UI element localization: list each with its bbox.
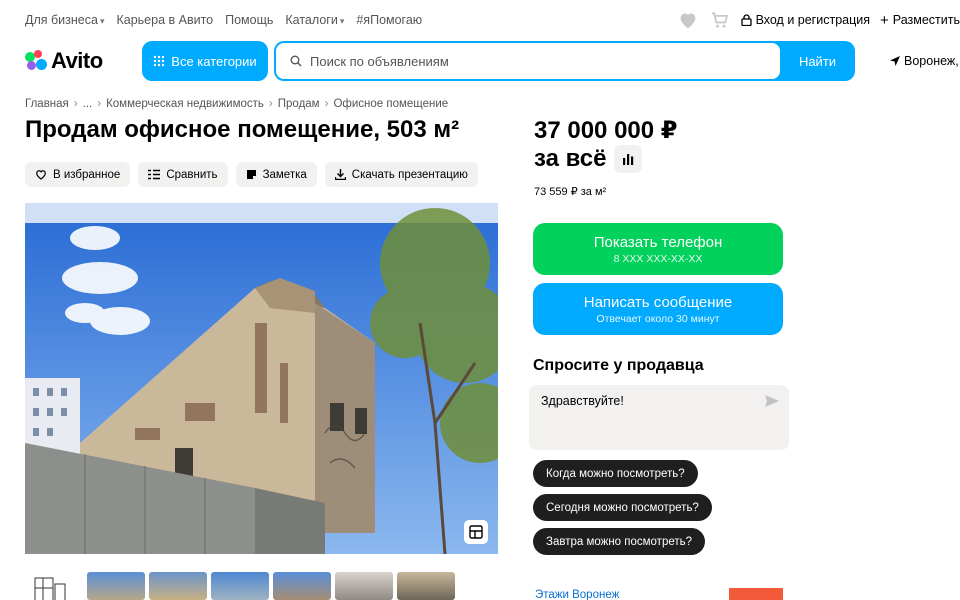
cart-icon[interactable] (709, 10, 731, 30)
all-categories-button[interactable]: Все категории (142, 41, 268, 81)
ask-seller-title: Спросите у продавца (533, 357, 704, 374)
bar-chart-icon (623, 154, 634, 165)
top-bar: Для бизнеса ▾ Карьера в Авито Помощь Ката… (0, 0, 960, 40)
location-arrow-icon (890, 56, 900, 66)
grid-dots-icon (154, 55, 165, 67)
top-link-help[interactable]: Помощь (225, 13, 273, 27)
thumbnail-photo[interactable] (397, 572, 455, 600)
price-per-square-meter: 73 559 ₽ за м² (534, 186, 607, 198)
breadcrumb-commercial[interactable]: Коммерческая недвижимость (106, 98, 264, 110)
thumbnail-photo[interactable] (211, 572, 269, 600)
ask-seller-input[interactable]: Здравствуйте! (529, 385, 789, 450)
search-placeholder: Поиск по объявлениям (310, 53, 449, 69)
login-label: Вход и регистрация (755, 13, 871, 27)
logo-dots-icon (25, 50, 47, 72)
listing-main-photo[interactable] (25, 203, 498, 554)
send-message-label: Написать сообщение (583, 293, 733, 311)
thumbnail-photo[interactable] (87, 572, 145, 600)
city-selector[interactable]: Воронеж, (890, 54, 959, 68)
top-link-catalogs-label: Каталоги (285, 13, 338, 27)
price-history-button[interactable] (614, 145, 643, 173)
breadcrumb: Главная › ... › Коммерческая недвижимост… (25, 98, 448, 110)
search-icon (290, 55, 302, 67)
chevron-down-icon: ▾ (99, 16, 105, 26)
seller-link[interactable]: Этажи Воронеж (535, 589, 619, 600)
listing-title: Продам офисное помещение, 503 м² (25, 116, 460, 143)
show-phone-button[interactable]: Показать телефон 8 XXX XXX-XX-XX (533, 223, 783, 275)
city-label: Воронеж, (904, 54, 959, 68)
breadcrumb-separator: › (97, 98, 102, 110)
login-link[interactable]: Вход и регистрация (740, 13, 871, 27)
top-link-career[interactable]: Карьера в Авито (116, 13, 213, 27)
top-links: Для бизнеса ▾ Карьера в Авито Помощь Ката… (25, 13, 422, 27)
search-button[interactable]: Найти (780, 41, 855, 81)
phone-mask: 8 XXX XXX-XX-XX (613, 252, 703, 265)
post-ad-label: Разместить (892, 13, 960, 27)
show-phone-label: Показать телефон (593, 233, 723, 251)
breadcrumb-sell[interactable]: Продам (278, 98, 320, 110)
top-link-help-hashtag[interactable]: #яПомогаю (356, 13, 422, 27)
quick-question-chip[interactable]: Завтра можно посмотреть? (533, 528, 706, 555)
thumbnail-photo[interactable] (149, 572, 207, 600)
thumbnail-floorplan[interactable] (25, 572, 83, 600)
gallery-expand-icon[interactable] (464, 520, 488, 544)
price-qualifier-row: за всё (534, 145, 643, 173)
breadcrumb-separator: › (324, 98, 329, 110)
price-amount: 37 000 000 ₽ (534, 117, 678, 144)
add-to-favorites-button[interactable]: В избранное (25, 162, 131, 187)
add-to-favorites-label: В избранное (53, 168, 121, 181)
breadcrumb-home[interactable]: Главная (25, 98, 69, 110)
lock-icon (740, 14, 752, 26)
breadcrumb-ellipsis[interactable]: ... (83, 98, 93, 110)
quick-question-chip[interactable]: Сегодня можно посмотреть? (533, 494, 712, 521)
ask-seller-message: Здравствуйте! (541, 394, 624, 408)
note-icon (246, 170, 256, 179)
favorites-heart-icon[interactable] (677, 10, 699, 30)
top-link-catalogs[interactable]: Каталоги ▾ (285, 13, 344, 27)
photo-thumbnails (25, 572, 455, 600)
send-icon[interactable] (765, 395, 779, 407)
compare-button[interactable]: Сравнить (138, 162, 228, 187)
price-qualifier: за всё (534, 145, 607, 172)
response-time: Отвечает около 30 минут (596, 312, 720, 325)
download-presentation-label: Скачать презентацию (351, 168, 468, 181)
thumbnail-photo[interactable] (335, 572, 393, 600)
thumbnail-photo[interactable] (273, 572, 331, 600)
note-button[interactable]: Заметка (235, 162, 317, 187)
download-presentation-button[interactable]: Скачать презентацию (324, 162, 478, 187)
compare-label: Сравнить (166, 168, 218, 181)
logo-text: Avito (51, 48, 103, 73)
chevron-down-icon: ▾ (339, 16, 345, 26)
heart-outline-icon (36, 170, 46, 180)
send-message-button[interactable]: Написать сообщение Отвечает около 30 мин… (533, 283, 783, 335)
breadcrumb-office[interactable]: Офисное помещение (333, 98, 448, 110)
listing-actions: В избранное Сравнить Заметка Скачать пре… (25, 162, 478, 187)
top-link-business[interactable]: Для бизнеса ▾ (25, 13, 104, 27)
top-right-controls: Вход и регистрация + Разместить (677, 10, 960, 30)
search-bar: Поиск по объявлениям Найти (274, 41, 855, 81)
plus-icon: + (880, 11, 889, 29)
post-ad-link[interactable]: + Разместить (880, 12, 960, 29)
breadcrumb-separator: › (73, 98, 78, 110)
top-link-business-label: Для бизнеса (25, 13, 98, 27)
seller-logo-banner (729, 588, 783, 600)
breadcrumb-separator: › (268, 98, 273, 110)
avito-logo[interactable]: Avito (25, 48, 103, 74)
search-input[interactable]: Поиск по объявлениям (276, 43, 780, 79)
note-label: Заметка (262, 168, 307, 181)
all-categories-label: Все категории (171, 53, 257, 69)
download-icon (334, 169, 346, 180)
compare-list-icon (148, 169, 161, 180)
quick-question-chip[interactable]: Когда можно посмотреть? (533, 460, 698, 487)
